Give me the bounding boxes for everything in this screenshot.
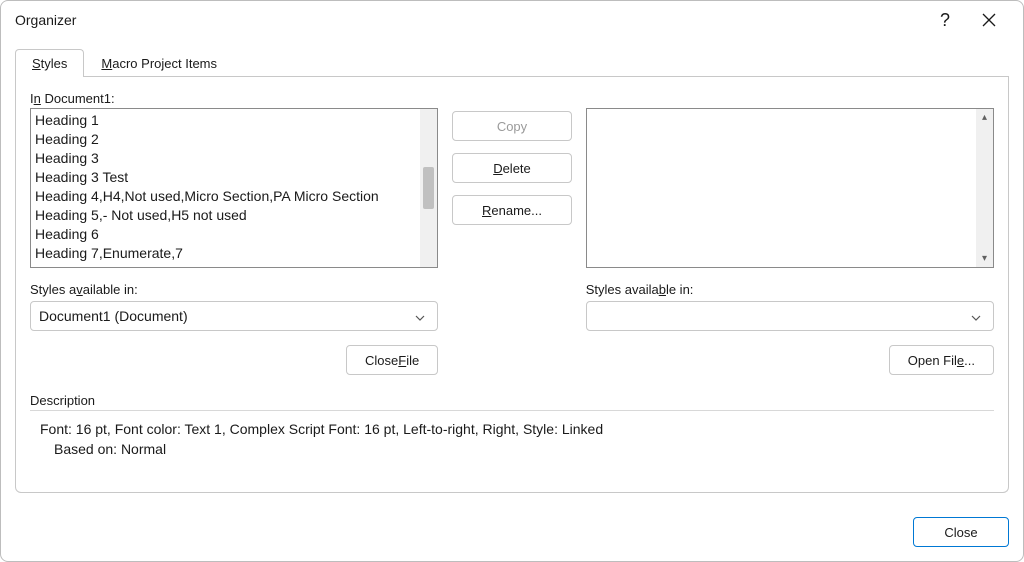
list-item[interactable]: Heading 3 — [31, 149, 420, 168]
list-item[interactable]: Heading 3 Test — [31, 168, 420, 187]
tab-styles[interactable]: Styles — [15, 49, 84, 77]
titlebar: Organizer ? — [1, 1, 1023, 39]
left-styles-items: Heading 1 Heading 2 Heading 3 Heading 3 … — [31, 109, 420, 267]
dialog-actions: Close — [1, 507, 1023, 561]
list-item[interactable]: Heading 7,Enumerate,7 — [31, 244, 420, 263]
left-available-value: Document1 (Document) — [39, 308, 411, 324]
left-column: In Document1: Heading 1 Heading 2 Headin… — [30, 91, 438, 375]
left-available-label: Styles available in: — [30, 282, 438, 297]
right-styles-items — [587, 109, 976, 267]
left-list-label: In Document1: — [30, 91, 438, 106]
tab-macro-project-items[interactable]: Macro Project Items — [84, 49, 234, 77]
description-line1: Font: 16 pt, Font color: Text 1, Complex… — [40, 419, 994, 439]
left-available-row: Styles available in: Document1 (Document… — [30, 282, 438, 331]
tab-macro-label: acro Project Items — [112, 56, 217, 71]
right-available-combo[interactable] — [586, 301, 994, 331]
description-line2: Based on: Normal — [40, 439, 994, 459]
close-button[interactable]: Close — [913, 517, 1009, 547]
right-styles-listbox[interactable]: ▴ ▾ — [586, 108, 994, 268]
chevron-down-icon: ▾ — [976, 250, 993, 267]
tab-panel-styles: In Document1: Heading 1 Heading 2 Headin… — [15, 77, 1009, 493]
description-divider — [30, 410, 994, 411]
copy-button[interactable]: Copy — [452, 111, 571, 141]
organizer-dialog: Organizer ? Styles Macro Project Items I… — [0, 0, 1024, 562]
left-list-scrollbar[interactable] — [420, 109, 437, 267]
right-available-label: Styles available in: — [586, 282, 994, 297]
tabstrip: Styles Macro Project Items — [15, 47, 1009, 77]
list-item[interactable]: Heading 6 — [31, 225, 420, 244]
dialog-title: Organizer — [15, 12, 923, 28]
right-list-label — [586, 91, 994, 106]
chevron-up-icon: ▴ — [976, 109, 993, 126]
left-styles-listbox[interactable]: Heading 1 Heading 2 Heading 3 Heading 3 … — [30, 108, 438, 268]
left-available-combo[interactable]: Document1 (Document) — [30, 301, 438, 331]
rename-button[interactable]: Rename... — [452, 195, 571, 225]
right-available-row: Styles available in: — [586, 282, 994, 331]
tab-styles-label: tyles — [41, 56, 68, 71]
right-column: ▴ ▾ Styles available in: — [586, 91, 994, 375]
open-file-button[interactable]: Open File... — [889, 345, 994, 375]
list-item[interactable]: Heading 4,H4,Not used,Micro Section,PA M… — [31, 187, 420, 206]
list-item[interactable]: Heading 2 — [31, 130, 420, 149]
help-button[interactable]: ? — [923, 5, 967, 35]
description-block: Description Font: 16 pt, Font color: Tex… — [30, 393, 994, 459]
list-item[interactable]: Heading 1 — [31, 111, 420, 130]
description-header: Description — [30, 393, 994, 408]
dialog-body: Styles Macro Project Items In Document1:… — [1, 39, 1023, 507]
chevron-down-icon — [411, 308, 429, 324]
right-list-scrollbar[interactable]: ▴ ▾ — [976, 109, 993, 267]
list-item[interactable]: Heading 5,- Not used,H5 not used — [31, 206, 420, 225]
delete-button[interactable]: Delete — [452, 153, 571, 183]
chevron-down-icon — [967, 308, 985, 324]
close-file-button[interactable]: Close File — [346, 345, 438, 375]
close-icon[interactable] — [967, 5, 1011, 35]
middle-column: Copy Delete Rename... — [452, 91, 571, 375]
scrollbar-thumb[interactable] — [423, 167, 434, 209]
